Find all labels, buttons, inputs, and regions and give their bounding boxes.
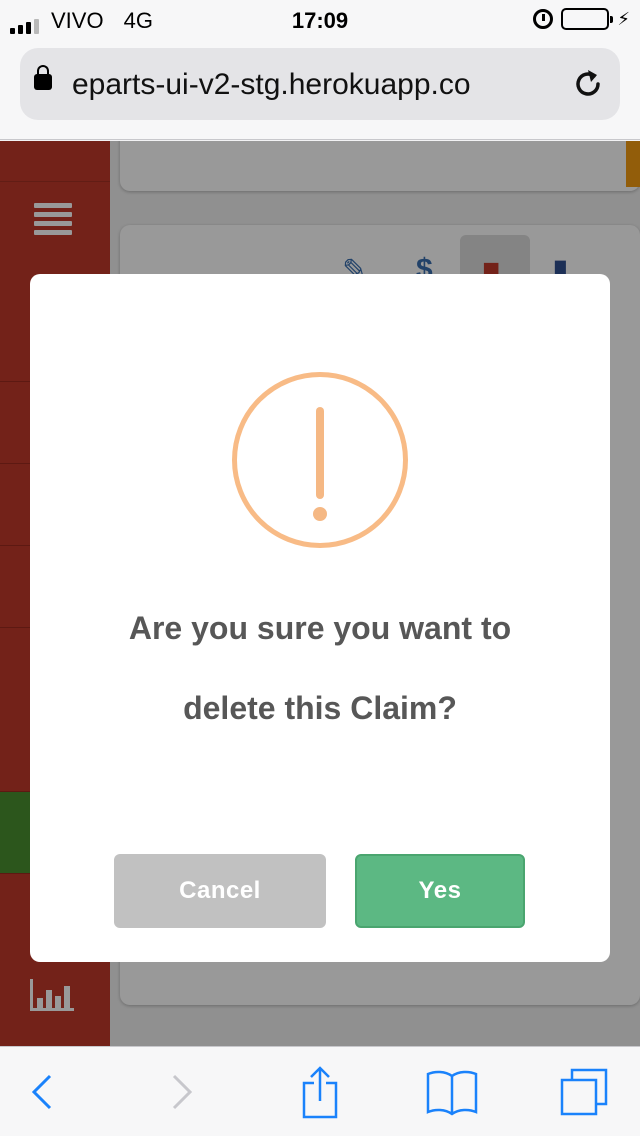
tabs-button[interactable] bbox=[544, 1047, 624, 1136]
bookmarks-icon[interactable] bbox=[425, 1068, 479, 1116]
status-bar: VIVO 4G 17:09 ⚡ bbox=[0, 0, 640, 40]
back-icon[interactable] bbox=[30, 1072, 54, 1112]
browser-toolbar bbox=[0, 1046, 640, 1136]
share-icon[interactable] bbox=[300, 1065, 340, 1119]
share-button[interactable] bbox=[280, 1047, 360, 1136]
battery-icon bbox=[561, 8, 614, 30]
forward-button[interactable] bbox=[142, 1047, 222, 1136]
warning-bar bbox=[316, 407, 324, 499]
alarm-icon bbox=[533, 9, 554, 29]
warning-dot bbox=[313, 507, 327, 521]
dialog-message: Are you sure you want to delete this Cla… bbox=[60, 588, 580, 748]
reload-icon[interactable] bbox=[570, 66, 606, 102]
lock-icon bbox=[34, 65, 52, 90]
confirm-button[interactable]: Yes bbox=[355, 854, 525, 928]
url-text[interactable]: eparts-ui-v2-stg.herokuapp.co bbox=[72, 68, 566, 102]
cancel-button[interactable]: Cancel bbox=[114, 854, 326, 928]
status-right: ⚡ bbox=[533, 8, 630, 30]
dialog-message-line-2: delete this Claim? bbox=[183, 690, 457, 726]
dialog-message-line-1: Are you sure you want to bbox=[128, 610, 512, 646]
browser-address-area: eparts-ui-v2-stg.herokuapp.co bbox=[0, 40, 640, 140]
charging-icon: ⚡ bbox=[617, 8, 630, 29]
forward-icon[interactable] bbox=[170, 1072, 194, 1112]
address-bar[interactable]: eparts-ui-v2-stg.herokuapp.co bbox=[20, 48, 620, 120]
bookmarks-button[interactable] bbox=[412, 1047, 492, 1136]
confirm-dialog: Are you sure you want to delete this Cla… bbox=[30, 274, 610, 962]
tabs-icon[interactable] bbox=[559, 1067, 609, 1117]
back-button[interactable] bbox=[2, 1047, 82, 1136]
warning-icon bbox=[232, 372, 408, 548]
